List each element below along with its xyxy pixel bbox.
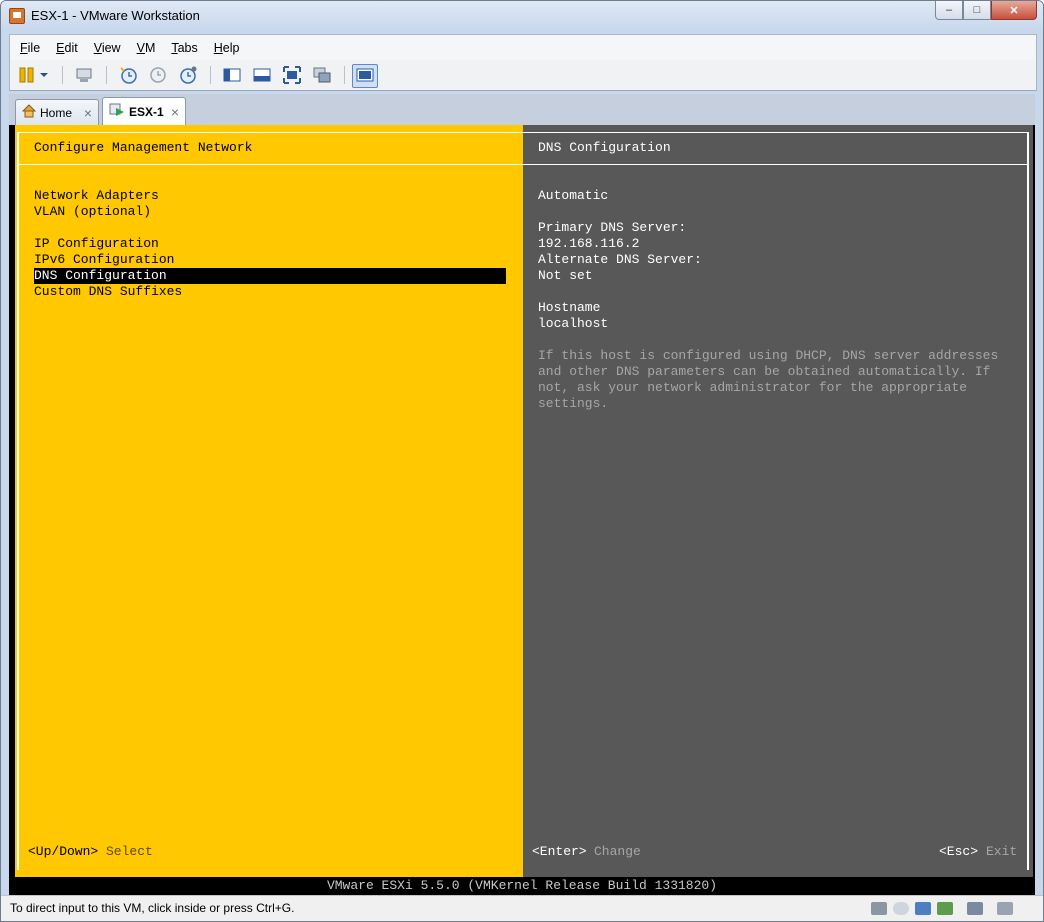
menu-panel-title: Configure Management Network [34,140,253,155]
status-bar: To direct input to this VM, click inside… [1,895,1043,921]
hint-key-enter: <Enter> [532,844,587,859]
printer-icon[interactable] [997,902,1013,915]
menu-dns-configuration-selected[interactable]: DNS Configuration [34,268,506,284]
tab-label: ESX-1 [129,104,164,119]
help-text-line: settings. [538,396,609,411]
menu-vm[interactable]: VM [127,41,162,55]
dcui-detail-panel: DNS Configuration Automatic Primary DNS … [523,125,1033,877]
hint-exit: Exit [986,844,1018,859]
menu-tabs[interactable]: Tabs [161,41,203,55]
full-screen-icon[interactable] [282,65,302,85]
dns-mode: Automatic [538,188,609,203]
status-message: To direct input to this VM, click inside… [10,901,295,915]
thumbnail-bar-icon[interactable] [252,65,272,85]
send-ctrl-alt-del-icon[interactable] [74,65,94,85]
revert-snapshot-icon[interactable] [148,65,168,85]
console-view-icon[interactable] [352,64,378,88]
network-adapter-icon[interactable] [915,902,931,915]
primary-dns-value: 192.168.116.2 [538,236,640,251]
hard-disk-icon[interactable] [871,902,887,915]
message-log-icon[interactable] [967,902,983,915]
tab-bar: Home × ESX-1 × [9,94,1035,126]
menu-vlan[interactable]: VLAN (optional) [34,204,151,220]
primary-dns-label: Primary DNS Server: [538,220,687,235]
show-sidebar-icon[interactable] [222,65,242,85]
chevron-down-icon[interactable] [38,65,50,85]
help-text-line: not, ask your network administrator for … [538,380,968,395]
vm-running-icon [109,103,125,120]
hint-change: Change [594,844,641,859]
home-icon [21,104,37,121]
menu-help[interactable]: Help [204,41,246,55]
menu-bar: File Edit View VM Tabs Help [9,34,1037,61]
snapshot-manager-icon[interactable] [178,65,198,85]
menu-ipv6-configuration[interactable]: IPv6 Configuration [34,252,174,268]
close-button[interactable]: ✕ [991,1,1037,20]
menu-network-adapters[interactable]: Network Adapters [34,188,159,204]
tab-esx-1[interactable]: ESX-1 × [102,97,186,125]
vmware-window: ESX-1 - VMware Workstation – □ ✕ File Ed… [0,0,1044,922]
menu-edit[interactable]: Edit [46,41,84,55]
menu-custom-dns-suffixes[interactable]: Custom DNS Suffixes [34,284,182,300]
unity-icon[interactable] [312,65,332,85]
vm-console[interactable]: Configure Management Network Network Ada… [9,125,1035,895]
maximize-button[interactable]: □ [963,1,991,20]
toolbar [9,60,1037,91]
help-text-line: and other DNS parameters can be obtained… [538,364,991,379]
esxi-version-text: VMware ESXi 5.5.0 (VMKernel Release Buil… [326,878,718,893]
help-text-line: If this host is configured using DHCP, D… [538,348,999,363]
hostname-label: Hostname [538,300,601,315]
hostname-value: localhost [538,316,609,331]
pause-icon[interactable] [18,65,38,85]
esxi-version-bar: VMware ESXi 5.5.0 (VMKernel Release Buil… [9,877,1035,895]
alternate-dns-label: Alternate DNS Server: [538,252,702,267]
hint-key-updown: <Up/Down> [28,844,99,859]
usb-icon[interactable] [937,902,953,915]
hint-key-esc: <Esc> [939,844,979,859]
hint-select: Select [106,844,153,859]
tab-label: Home [40,105,73,120]
snapshot-icon[interactable] [118,65,138,85]
close-icon[interactable]: × [84,105,92,121]
minimize-button[interactable]: – [935,1,963,20]
alternate-dns-value: Not set [538,268,593,283]
close-icon[interactable]: × [171,104,179,120]
detail-panel-title: DNS Configuration [538,140,671,155]
menu-ip-configuration[interactable]: IP Configuration [34,236,159,252]
window-title: ESX-1 - VMware Workstation [31,8,200,23]
vmware-app-icon [9,8,25,24]
cd-dvd-icon[interactable] [893,902,909,915]
tab-home[interactable]: Home × [15,99,99,125]
menu-view[interactable]: View [84,41,127,55]
menu-file[interactable]: File [10,41,46,55]
title-bar: ESX-1 - VMware Workstation – □ ✕ [1,1,1043,31]
dcui-menu-panel: Configure Management Network Network Ada… [15,125,523,877]
